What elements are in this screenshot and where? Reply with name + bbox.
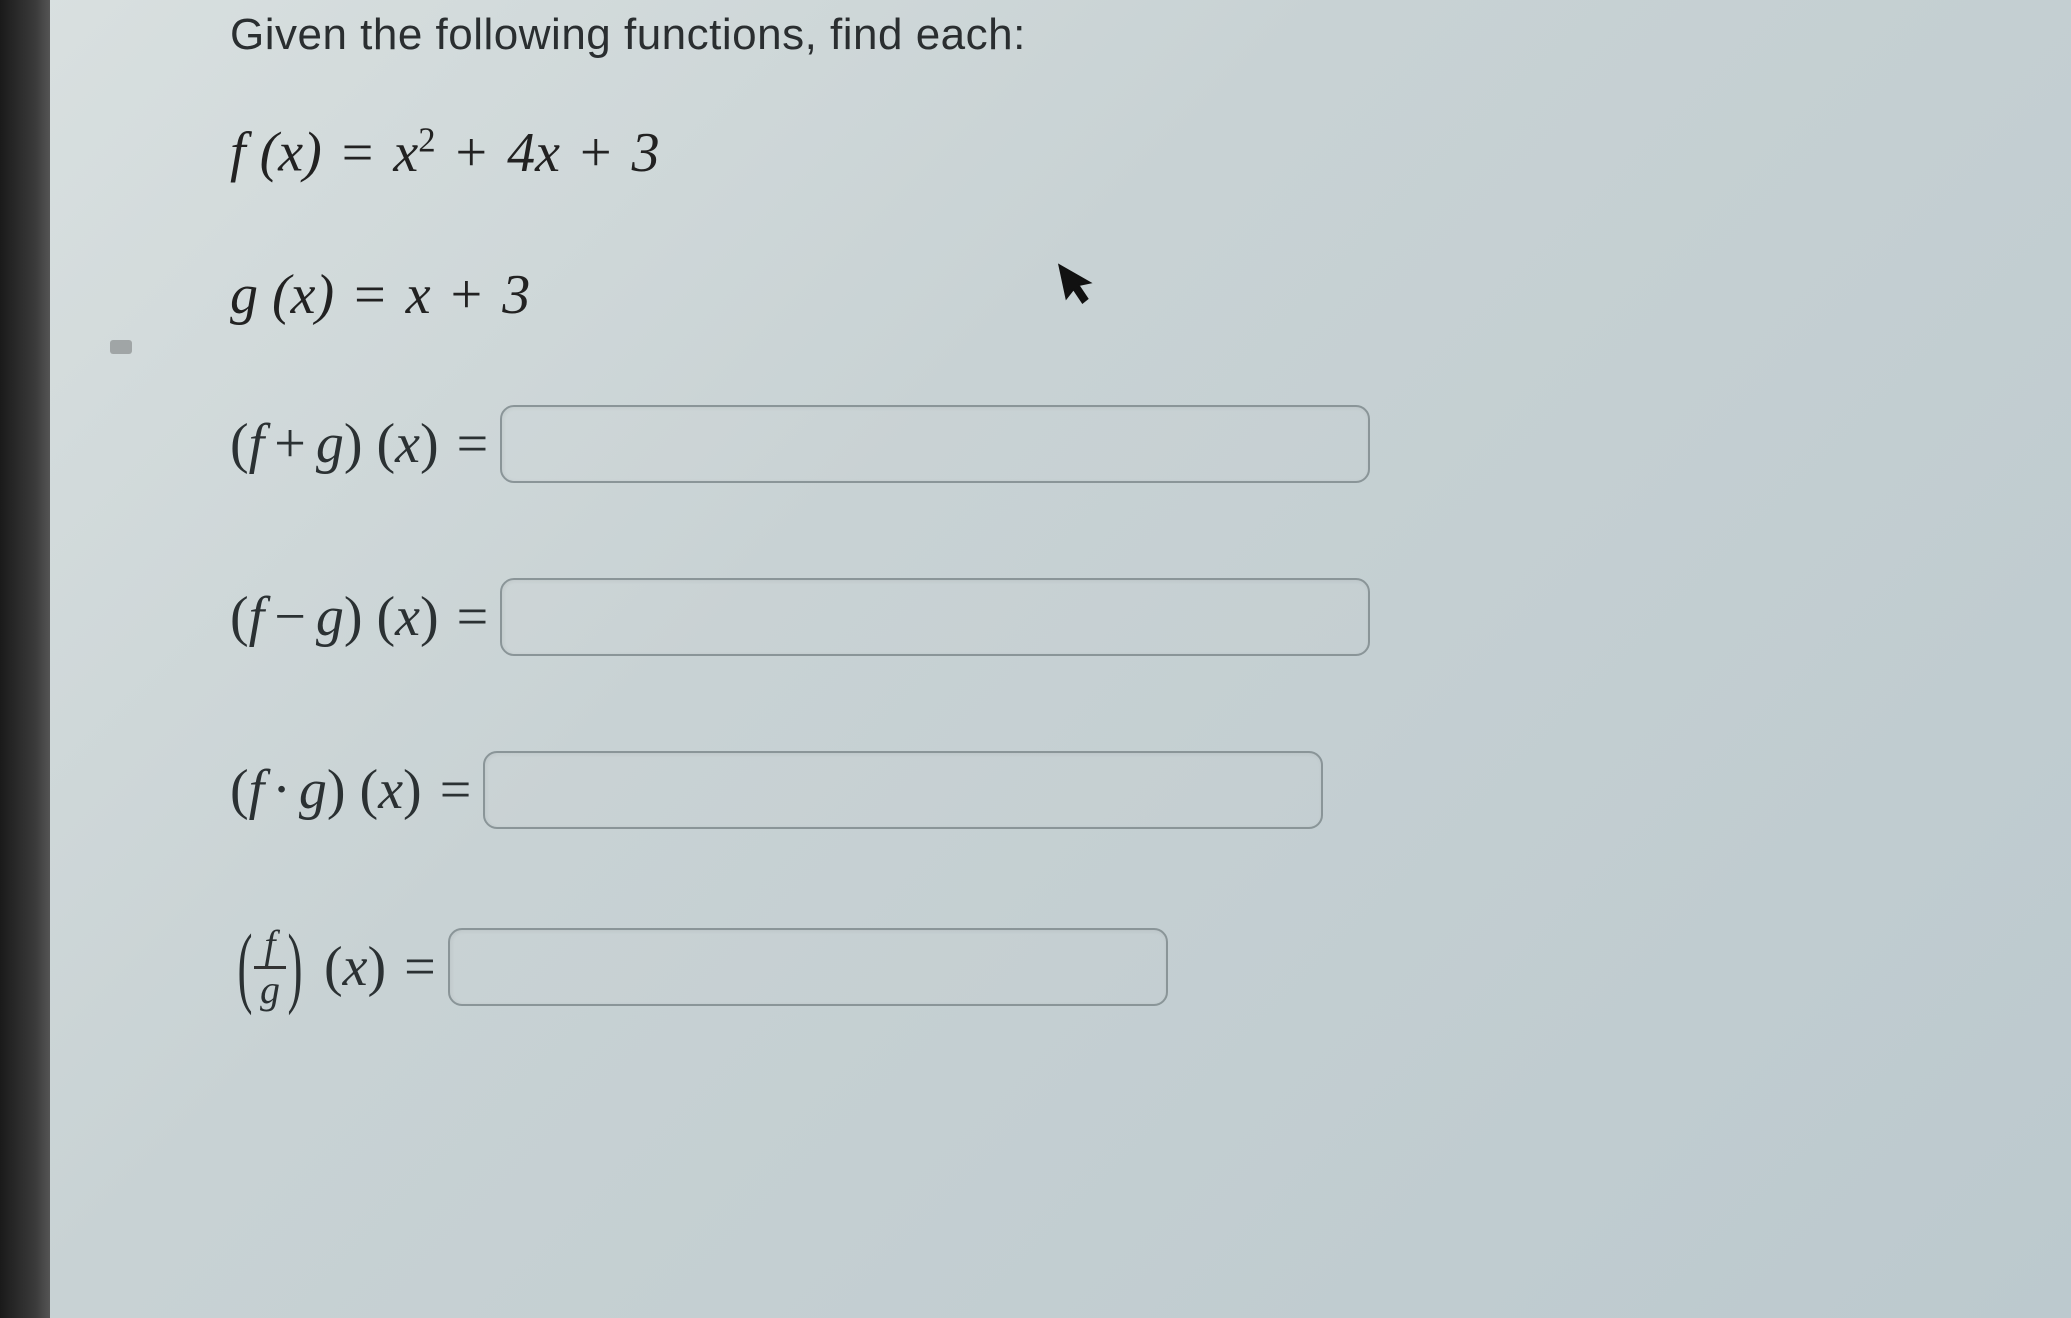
instruction-text: Given the following functions, find each…	[230, 10, 2041, 60]
speck-artifact	[110, 340, 132, 354]
answer-input-sum[interactable]	[500, 405, 1370, 483]
definition-g: g (x) = x + 3	[230, 263, 2041, 327]
question-diff-row: (f−g) (x) =	[230, 578, 2041, 656]
photo-left-edge	[0, 0, 50, 1318]
label-f-minus-g: (f−g) (x) =	[230, 585, 498, 649]
label-f-dot-g: (f·g) (x) =	[230, 758, 481, 822]
answer-input-product[interactable]	[483, 751, 1323, 829]
question-product-row: (f·g) (x) =	[230, 751, 2041, 829]
question-content: Given the following functions, find each…	[230, 10, 2041, 1011]
label-f-plus-g: (f+g) (x) =	[230, 412, 498, 476]
answer-input-quotient[interactable]	[448, 928, 1168, 1006]
question-quotient-row: ( f g ) (x) =	[230, 924, 2041, 1011]
question-sum-row: (f+g) (x) =	[230, 405, 2041, 483]
label-f-over-g: ( f g ) (x) =	[230, 924, 446, 1011]
definition-f: f (x) = x2 + 4x + 3	[230, 120, 2041, 185]
answer-input-difference[interactable]	[500, 578, 1370, 656]
